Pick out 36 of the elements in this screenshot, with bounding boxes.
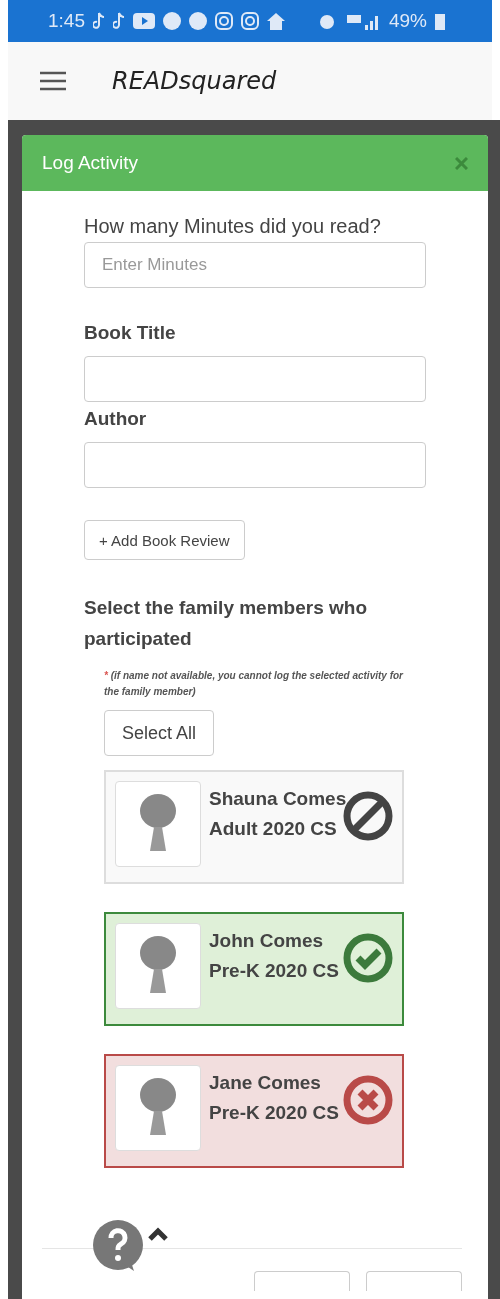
add-review-button[interactable]: + Add Book Review xyxy=(84,520,245,560)
music-note-icon xyxy=(113,12,125,30)
minutes-field[interactable]: Enter Minutes xyxy=(84,242,426,288)
availability-note: * (if name not available, you cannot log the selected activity for the family member) xyxy=(104,669,404,699)
member-program: Pre-K 2020 CS xyxy=(209,1102,339,1124)
member-card[interactable]: Shauna Comes Adult 2020 CS xyxy=(104,770,404,884)
member-program: Pre-K 2020 CS xyxy=(209,960,339,982)
book-title-label: Book Title xyxy=(84,322,177,344)
battery-icon xyxy=(435,12,445,30)
footer-button[interactable] xyxy=(254,1271,350,1291)
battery-percent: 49% xyxy=(389,10,427,32)
camera-icon xyxy=(241,12,259,30)
clock-time: 1:45 xyxy=(48,10,85,32)
app-logo: READsquared xyxy=(112,67,277,95)
author-label: Author xyxy=(84,408,148,430)
member-program: Adult 2020 CS xyxy=(209,818,338,840)
music-note-icon xyxy=(93,12,105,30)
chat-bubble-icon xyxy=(163,12,181,30)
member-name: Jane Comes xyxy=(209,1072,322,1094)
select-all-button[interactable]: Select All xyxy=(104,710,215,756)
home-icon xyxy=(267,12,285,30)
book-title-field[interactable] xyxy=(84,356,426,402)
close-icon[interactable] xyxy=(455,156,468,170)
camera-icon xyxy=(215,12,233,30)
play-icon xyxy=(133,13,155,29)
member-card[interactable]: John Comes Pre-K 2020 CS xyxy=(104,912,404,1026)
footer-button[interactable] xyxy=(366,1271,462,1291)
dialog-title: Log Activity xyxy=(42,152,139,174)
menu-icon[interactable] xyxy=(40,71,66,91)
member-card[interactable]: Jane Comes Pre-K 2020 CS xyxy=(104,1054,404,1168)
member-name: Shauna Comes xyxy=(209,788,347,810)
author-field[interactable] xyxy=(84,442,426,488)
minutes-label: How many Minutes did you read? xyxy=(84,215,382,238)
chat-bubble-icon xyxy=(189,12,207,30)
members-heading: Select the family members who participated xyxy=(84,596,368,651)
member-name: John Comes xyxy=(209,930,325,952)
